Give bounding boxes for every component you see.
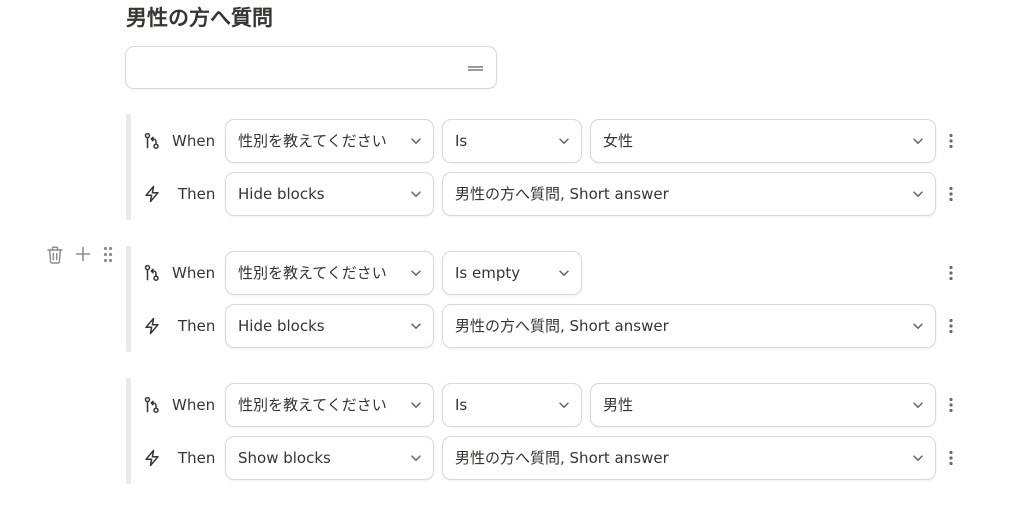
action-value: Hide blocks — [238, 317, 325, 335]
when-label: When — [172, 396, 216, 414]
action-dropdown[interactable]: Hide blocks — [225, 172, 434, 216]
branch-icon — [143, 264, 161, 282]
chevron-down-icon — [409, 187, 423, 201]
chevron-down-icon — [557, 398, 571, 412]
operator-dropdown[interactable]: Is — [442, 383, 582, 427]
field-dropdown[interactable]: 性別を教えてください — [225, 383, 434, 427]
logic-rule: When 性別を教えてください Is 男性 Then Show blocks 男… — [126, 378, 966, 484]
field-value: 性別を教えてください — [238, 396, 387, 414]
condition-value: 女性 — [603, 132, 634, 150]
target-blocks-value: 男性の方へ質問, Short answer — [455, 317, 669, 335]
chevron-down-icon — [409, 266, 423, 280]
action-row: Then Show blocks 男性の方へ質問, Short answer — [126, 436, 966, 480]
target-blocks-value: 男性の方へ質問, Short answer — [455, 185, 669, 203]
block-title: 男性の方へ質問 — [126, 6, 273, 30]
operator-value: Is — [455, 396, 468, 414]
plus-icon[interactable] — [75, 246, 91, 262]
chevron-down-icon — [557, 266, 571, 280]
action-value: Show blocks — [238, 449, 331, 467]
chevron-down-icon — [911, 187, 925, 201]
target-blocks-dropdown[interactable]: 男性の方へ質問, Short answer — [442, 436, 936, 480]
when-label: When — [172, 264, 216, 282]
condition-row: When 性別を教えてください Is empty — [126, 251, 966, 295]
more-vertical-icon[interactable] — [946, 264, 956, 282]
operator-value: Is empty — [455, 264, 521, 282]
action-row: Then Hide blocks 男性の方へ質問, Short answer — [126, 172, 966, 216]
chevron-down-icon — [409, 451, 423, 465]
condition-row: When 性別を教えてください Is 男性 — [126, 383, 966, 427]
branch-icon — [143, 396, 161, 414]
condition-row: When 性別を教えてください Is 女性 — [126, 119, 966, 163]
lightning-icon — [143, 185, 161, 203]
branch-icon — [143, 132, 161, 150]
chevron-down-icon — [409, 398, 423, 412]
logic-editor: 男性の方へ質問 When 性別を教えてください Is 女性 Then Hide … — [0, 0, 1024, 518]
more-vertical-icon[interactable] — [946, 396, 956, 414]
target-blocks-value: 男性の方へ質問, Short answer — [455, 449, 669, 467]
more-vertical-icon[interactable] — [946, 449, 956, 467]
value-dropdown[interactable]: 男性 — [590, 383, 936, 427]
more-vertical-icon[interactable] — [946, 132, 956, 150]
chevron-down-icon — [409, 134, 423, 148]
chevron-down-icon — [911, 398, 925, 412]
then-label: Then — [178, 317, 216, 335]
action-dropdown[interactable]: Show blocks — [225, 436, 434, 480]
chevron-down-icon — [911, 134, 925, 148]
rule-toolbar — [46, 245, 118, 265]
action-value: Hide blocks — [238, 185, 325, 203]
then-label: Then — [178, 185, 216, 203]
field-dropdown[interactable]: 性別を教えてください — [225, 251, 434, 295]
more-vertical-icon[interactable] — [946, 317, 956, 335]
then-label: Then — [178, 449, 216, 467]
logic-rule: When 性別を教えてください Is 女性 Then Hide blocks 男… — [126, 114, 966, 220]
target-blocks-dropdown[interactable]: 男性の方へ質問, Short answer — [442, 172, 936, 216]
condition-value: 男性 — [603, 396, 634, 414]
action-row: Then Hide blocks 男性の方へ質問, Short answer — [126, 304, 966, 348]
lightning-icon — [143, 317, 161, 335]
drag-handle-icon[interactable] — [103, 246, 113, 263]
equal-icon — [468, 66, 483, 71]
operator-dropdown[interactable]: Is empty — [442, 251, 582, 295]
trash-icon[interactable] — [46, 245, 64, 265]
operator-value: Is — [455, 132, 468, 150]
chevron-down-icon — [911, 451, 925, 465]
more-vertical-icon[interactable] — [946, 185, 956, 203]
operator-dropdown[interactable]: Is — [442, 119, 582, 163]
target-blocks-dropdown[interactable]: 男性の方へ質問, Short answer — [442, 304, 936, 348]
when-label: When — [172, 132, 216, 150]
value-dropdown[interactable]: 女性 — [590, 119, 936, 163]
logic-rule: When 性別を教えてください Is empty Then Hide block — [126, 246, 966, 352]
action-dropdown[interactable]: Hide blocks — [225, 304, 434, 348]
short-answer-input[interactable] — [125, 46, 497, 89]
field-dropdown[interactable]: 性別を教えてください — [225, 119, 434, 163]
chevron-down-icon — [911, 319, 925, 333]
field-value: 性別を教えてください — [238, 264, 387, 282]
field-value: 性別を教えてください — [238, 132, 387, 150]
chevron-down-icon — [409, 319, 423, 333]
chevron-down-icon — [557, 134, 571, 148]
lightning-icon — [143, 449, 161, 467]
